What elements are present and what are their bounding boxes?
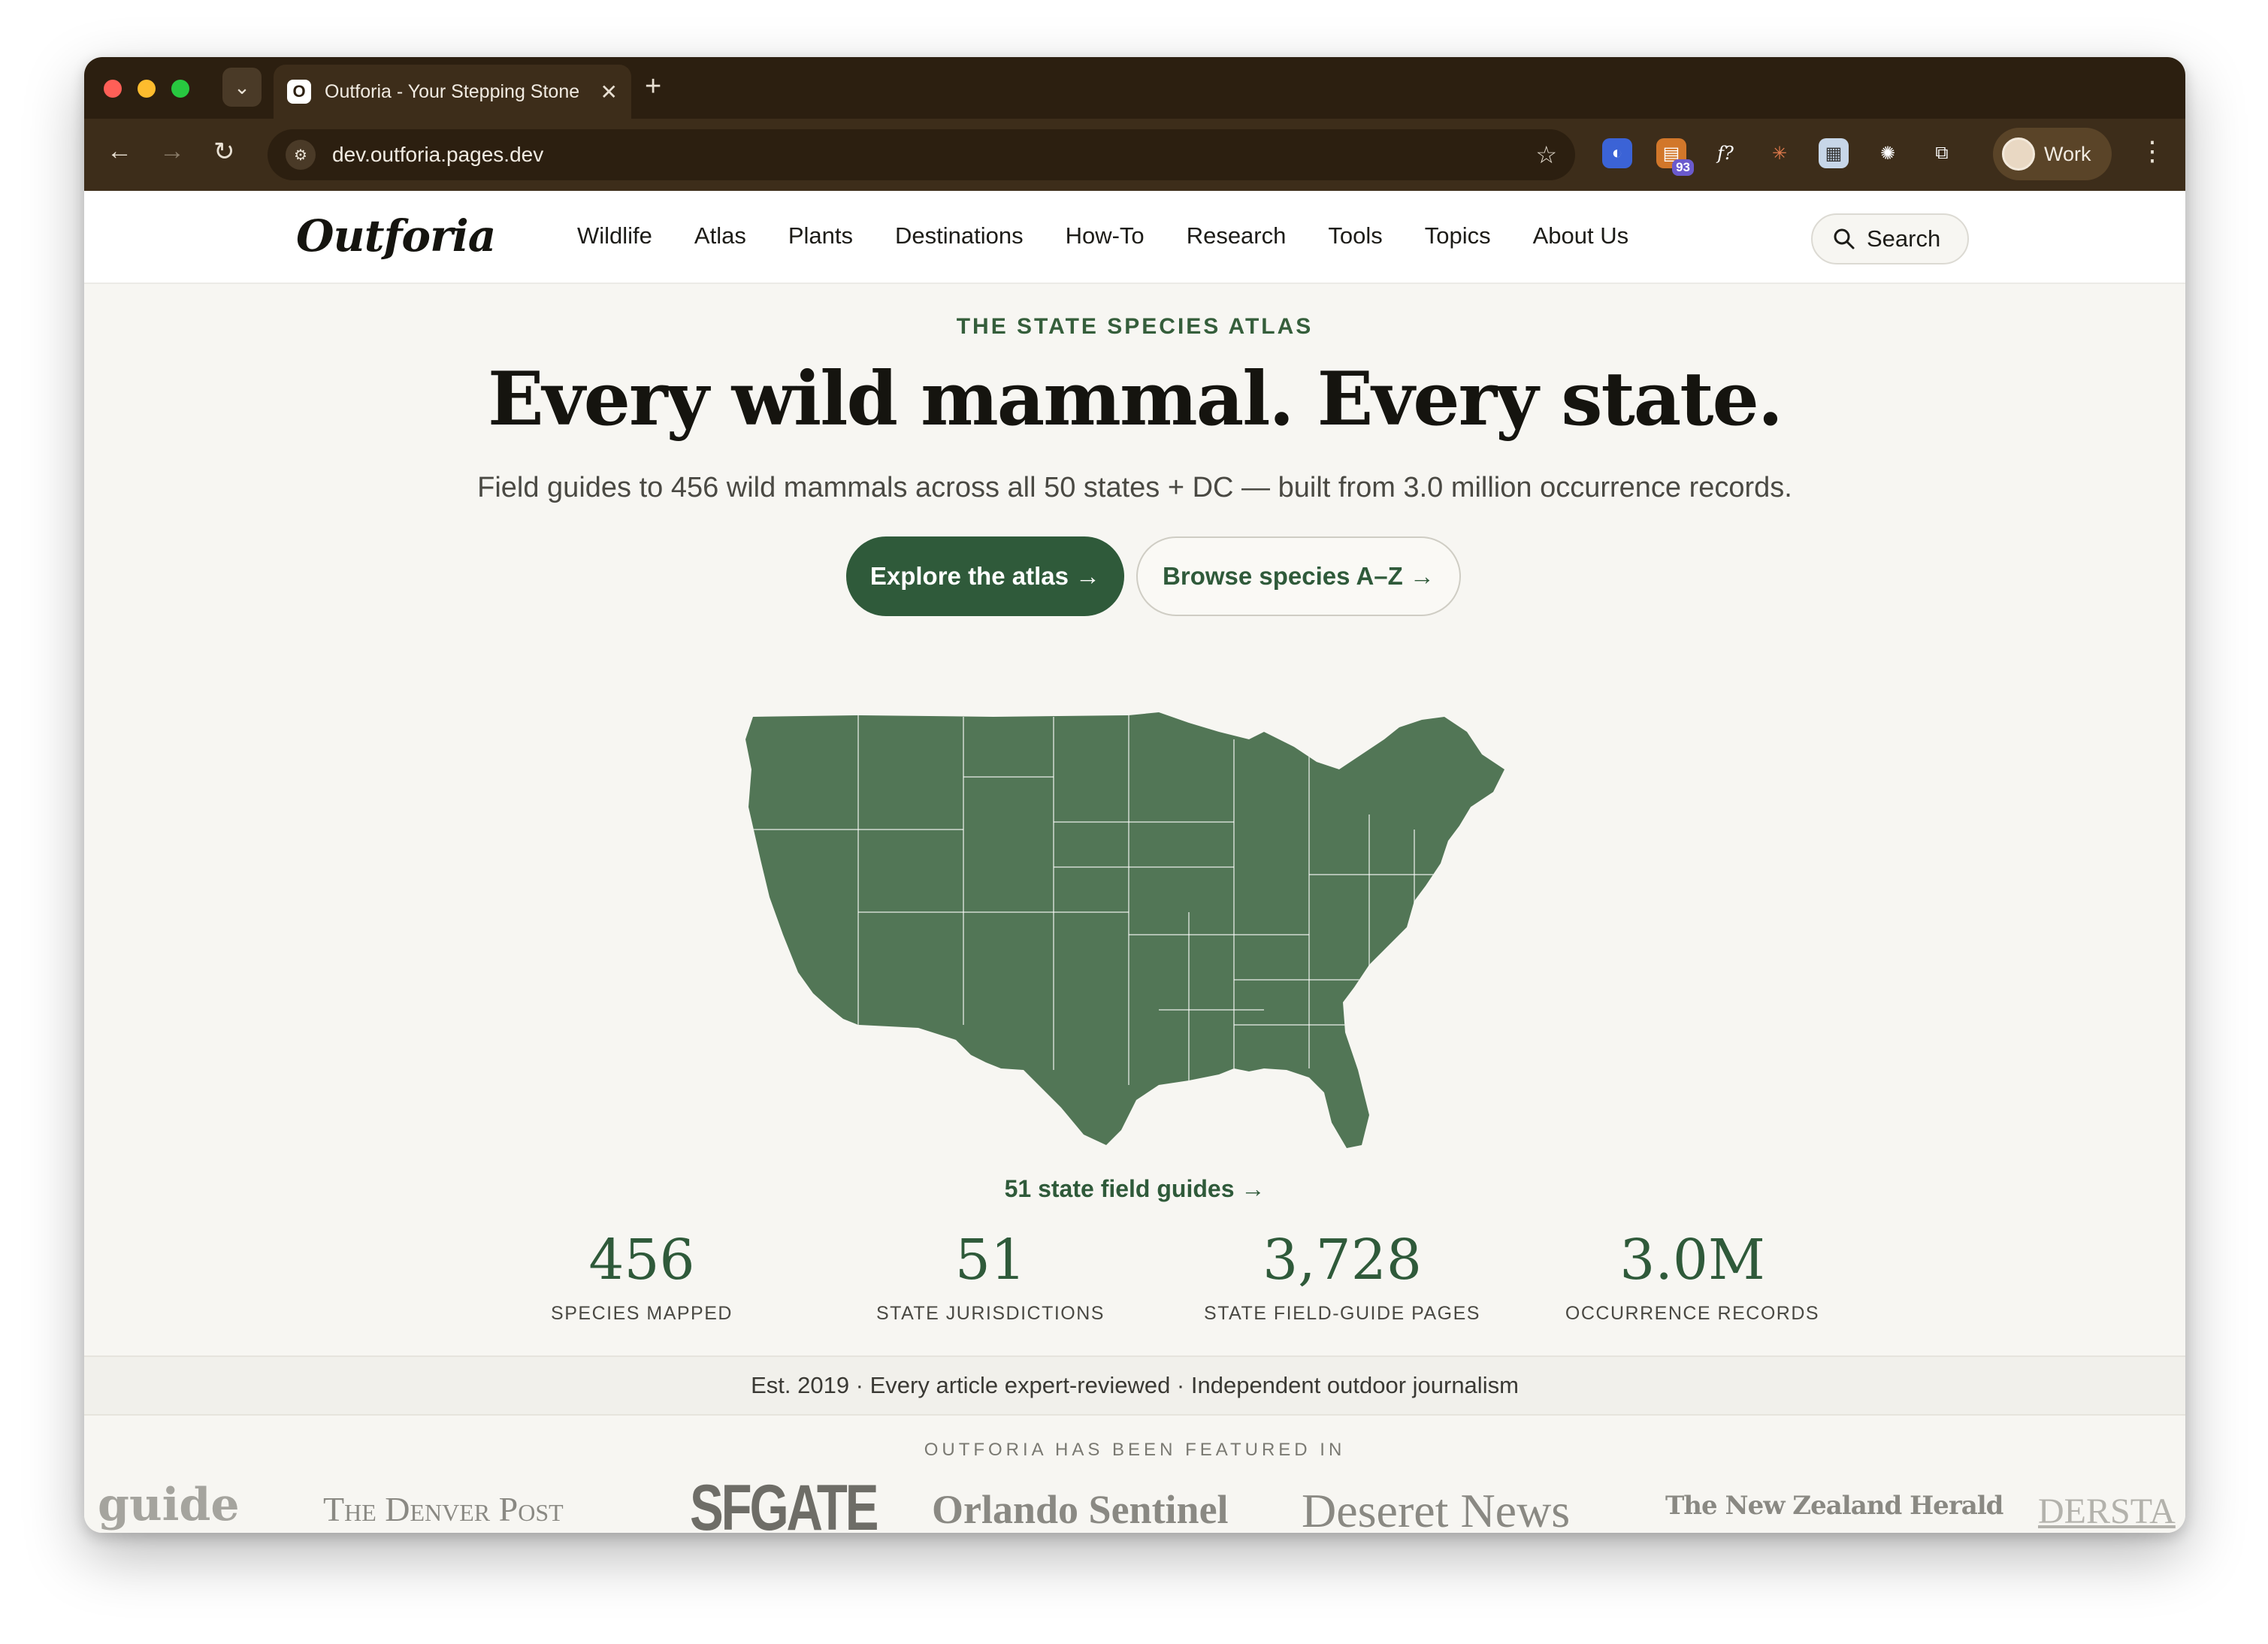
maximize-window-button[interactable] — [171, 80, 189, 98]
reload-icon[interactable]: ↻ — [213, 137, 235, 167]
search-icon — [1834, 228, 1855, 249]
browser-menu-icon[interactable]: ⋮ — [2139, 135, 2166, 167]
press-logo-orlando-sentinel: Orlando Sentinel — [932, 1487, 1229, 1532]
stat-occurrence-records: 3.0M OCCURRENCE RECORDS — [1527, 1228, 1858, 1325]
stat-value: 456 — [588, 1228, 695, 1292]
extension-sparkle-icon[interactable]: ✳ — [1765, 138, 1795, 168]
web-page: Outforia Wildlife Atlas Plants Destinati… — [84, 191, 2185, 1533]
site-logo[interactable]: Outforia — [296, 210, 496, 261]
nav-wildlife[interactable]: Wildlife — [577, 222, 652, 249]
tab-title: Outforia - Your Stepping Stone — [325, 80, 580, 102]
extension-openai-icon[interactable]: ✺ — [1873, 138, 1903, 168]
nav-research[interactable]: Research — [1187, 222, 1287, 249]
search-label: Search — [1867, 225, 1941, 252]
stat-value: 3.0M — [1619, 1228, 1765, 1292]
stat-state-jurisdictions: 51 STATE JURISDICTIONS — [825, 1228, 1156, 1325]
new-tab-plus-icon[interactable]: + — [645, 71, 661, 103]
nav-plants[interactable]: Plants — [788, 222, 853, 249]
tab-bar: ⌄ O Outforia - Your Stepping Stone ✕ + — [84, 57, 2185, 119]
hero-subtitle: Field guides to 456 wild mammals across … — [477, 472, 1792, 503]
bookmark-star-icon[interactable]: ☆ — [1535, 141, 1557, 169]
nav-topics[interactable]: Topics — [1425, 222, 1491, 249]
extension-font-icon[interactable]: f? — [1710, 138, 1740, 168]
hero-eyebrow: THE STATE SPECIES ATLAS — [956, 314, 1314, 339]
browser-window: ⌄ O Outforia - Your Stepping Stone ✕ + ←… — [84, 57, 2185, 1533]
stat-label: STATE JURISDICTIONS — [876, 1303, 1105, 1324]
explore-atlas-button[interactable]: Explore the atlas → — [846, 536, 1124, 616]
site-settings-icon[interactable]: ⚙ — [286, 140, 316, 170]
extension-blue-icon[interactable]: ◐ — [1602, 138, 1632, 168]
featured-in-title: OUTFORIA HAS BEEN FEATURED IN — [924, 1440, 1346, 1460]
profile-button[interactable]: Work — [1993, 128, 2112, 180]
browser-toolbar: ← → ↻ ⚙ dev.outforia.pages.dev ☆ ◐ ▤ 93 … — [84, 119, 2185, 191]
profile-label: Work — [2044, 142, 2091, 165]
stat-value: 3,728 — [1263, 1228, 1422, 1292]
press-logo-deseret-news: Deseret News — [1302, 1484, 1571, 1533]
address-bar[interactable]: ⚙ dev.outforia.pages.dev ☆ — [268, 129, 1575, 180]
main-nav: Wildlife Atlas Plants Destinations How-T… — [577, 222, 1628, 249]
back-arrow-icon[interactable]: ← — [107, 137, 132, 166]
browse-species-button[interactable]: Browse species A–Z → — [1136, 536, 1461, 616]
press-logo-guide: guide — [98, 1479, 240, 1531]
forward-arrow-icon[interactable]: → — [159, 137, 185, 166]
press-logo-derstandard: DERSTA — [2038, 1491, 2176, 1531]
nav-how-to[interactable]: How-To — [1066, 222, 1145, 249]
stat-species-mapped: 456 SPECIES MAPPED — [476, 1228, 807, 1325]
trust-bar: Est. 2019 · Every article expert-reviewe… — [84, 1355, 2185, 1416]
stat-value: 51 — [954, 1228, 1027, 1292]
hero-title: Every wild mammal. Every state. — [487, 356, 1783, 443]
site-header: Outforia Wildlife Atlas Plants Destinati… — [84, 191, 2185, 284]
minimize-window-button[interactable] — [138, 80, 156, 98]
extension-orange-icon[interactable]: ▤ 93 — [1656, 138, 1694, 176]
state-field-guides-link[interactable]: 51 state field guides → — [84, 1175, 2185, 1203]
url-text: dev.outforia.pages.dev — [332, 143, 544, 166]
stat-label: SPECIES MAPPED — [551, 1303, 733, 1324]
stat-field-guide-pages: 3,728 STATE FIELD-GUIDE PAGES — [1177, 1228, 1507, 1325]
browser-tab[interactable]: O Outforia - Your Stepping Stone ✕ — [274, 65, 631, 119]
stat-label: STATE FIELD-GUIDE PAGES — [1204, 1303, 1480, 1324]
close-window-button[interactable] — [104, 80, 122, 98]
window-controls — [104, 80, 189, 98]
nav-destinations[interactable]: Destinations — [895, 222, 1024, 249]
nav-tools[interactable]: Tools — [1328, 222, 1382, 249]
extension-window-icon[interactable]: ▦ — [1819, 138, 1849, 168]
press-logo-sfgate: SFGATE — [690, 1472, 878, 1533]
extension-badge: 93 — [1672, 159, 1694, 176]
press-logo-nz-herald: The New Zealand Herald — [1665, 1491, 2003, 1521]
tab-close-icon[interactable]: ✕ — [600, 80, 618, 104]
us-map-shape[interactable] — [745, 712, 1504, 1148]
outforia-favicon-icon: O — [287, 80, 311, 104]
search-button[interactable]: Search — [1811, 213, 1969, 264]
nav-atlas[interactable]: Atlas — [694, 222, 746, 249]
extensions-puzzle-icon[interactable]: ⧉ — [1927, 138, 1957, 168]
profile-avatar — [2002, 138, 2035, 171]
nav-about-us[interactable]: About Us — [1533, 222, 1629, 249]
stat-label: OCCURRENCE RECORDS — [1565, 1303, 1820, 1324]
us-states-map[interactable] — [738, 709, 1610, 1160]
press-logo-denver-post: The Denver Post — [323, 1490, 564, 1528]
tab-search-chevron-icon[interactable]: ⌄ — [222, 68, 262, 107]
